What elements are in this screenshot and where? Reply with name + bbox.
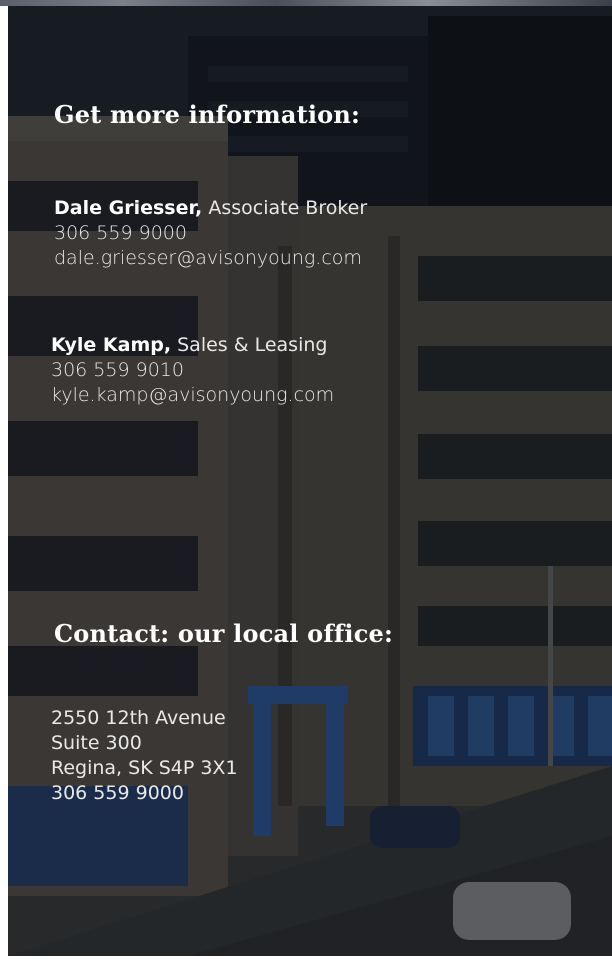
info-heading: Get more information: [54,100,361,129]
contact-name: Kyle Kamp, [51,334,172,356]
office-address: 2550 12th Avenue Suite 300 Regina, SK S4… [51,706,238,806]
address-suite: Suite 300 [51,732,142,754]
contact-email[interactable]: kyle.kamp@avisonyoung.com [51,383,334,408]
contact-role: Sales & Leasing [177,334,328,356]
address-city: Regina, SK S4P 3X1 [51,757,238,779]
office-heading: Contact: our local office: [54,619,394,648]
contact-role: Associate Broker [208,197,368,219]
office-phone[interactable]: 306 559 9000 [51,781,238,806]
brochure-page: Get more information: Dale Griesser, Ass… [0,0,612,960]
address-street: 2550 12th Avenue [51,707,226,729]
contact-phone[interactable]: 306 559 9000 [54,221,367,246]
contact-name: Dale Griesser, [54,197,203,219]
contact-email[interactable]: dale.griesser@avisonyoung.com [54,246,367,271]
contact-card-kyle: Kyle Kamp, Sales & Leasing 306 559 9010 … [51,333,334,408]
background-photo: Get more information: Dale Griesser, Ass… [8,6,612,956]
contact-phone[interactable]: 306 559 9010 [51,358,334,383]
contact-panel: Get more information: Dale Griesser, Ass… [8,6,612,956]
contact-card-dale: Dale Griesser, Associate Broker 306 559 … [54,196,367,271]
